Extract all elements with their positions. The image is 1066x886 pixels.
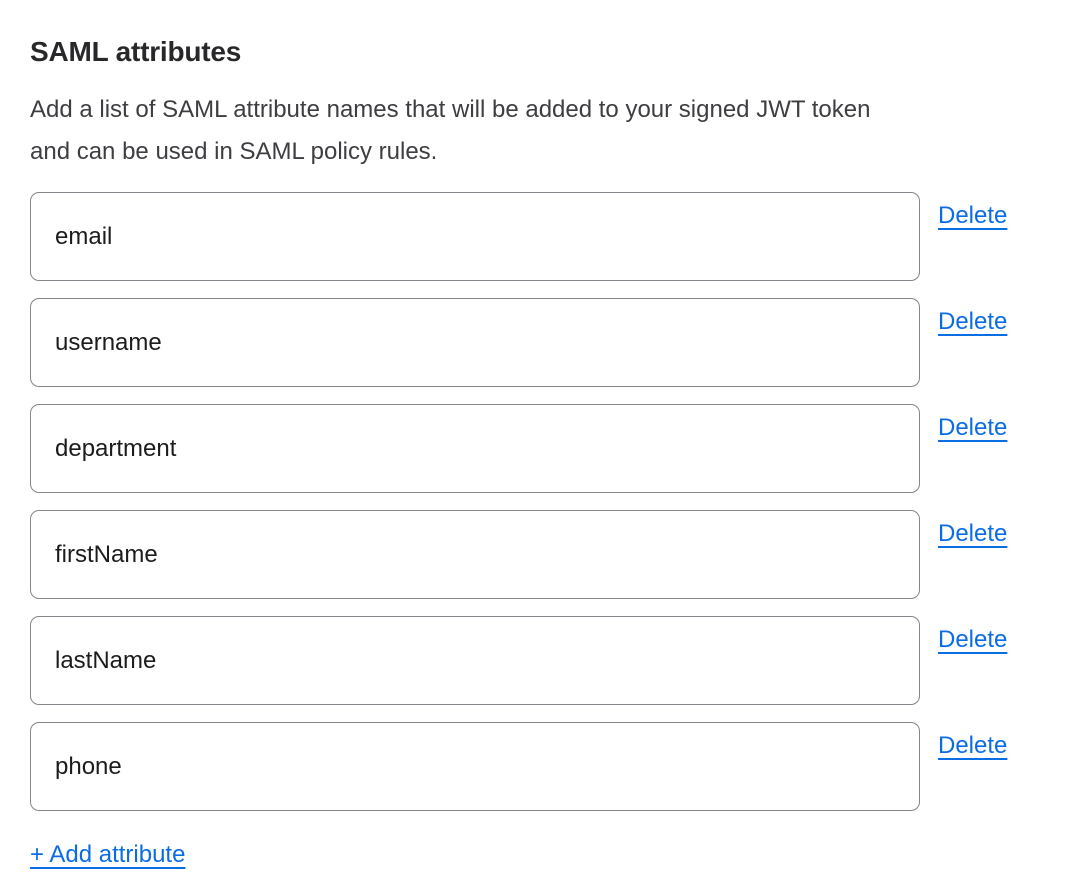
attribute-input[interactable] <box>30 510 920 599</box>
attribute-list: Delete Delete Delete Delete Delete Delet… <box>30 192 1066 811</box>
delete-attribute-link[interactable]: Delete <box>938 626 1007 654</box>
add-attribute-link[interactable]: + Add attribute <box>30 841 185 869</box>
section-description-line-1: Add a list of SAML attribute names that … <box>30 89 1066 131</box>
attribute-row: Delete <box>30 298 1066 387</box>
attribute-row: Delete <box>30 404 1066 493</box>
section-description: Add a list of SAML attribute names that … <box>30 89 1066 173</box>
attribute-row: Delete <box>30 722 1066 811</box>
page-title: SAML attributes <box>30 36 1066 68</box>
section-description-line-2: and can be used in SAML policy rules. <box>30 131 1066 173</box>
delete-attribute-link[interactable]: Delete <box>938 414 1007 442</box>
attribute-row: Delete <box>30 616 1066 705</box>
saml-attributes-section: SAML attributes Add a list of SAML attri… <box>0 0 1066 869</box>
attribute-row: Delete <box>30 510 1066 599</box>
attribute-row: Delete <box>30 192 1066 281</box>
delete-attribute-link[interactable]: Delete <box>938 732 1007 760</box>
attribute-input[interactable] <box>30 722 920 811</box>
delete-attribute-link[interactable]: Delete <box>938 520 1007 548</box>
attribute-input[interactable] <box>30 192 920 281</box>
delete-attribute-link[interactable]: Delete <box>938 308 1007 336</box>
attribute-input[interactable] <box>30 298 920 387</box>
delete-attribute-link[interactable]: Delete <box>938 202 1007 230</box>
attribute-input[interactable] <box>30 404 920 493</box>
attribute-input[interactable] <box>30 616 920 705</box>
